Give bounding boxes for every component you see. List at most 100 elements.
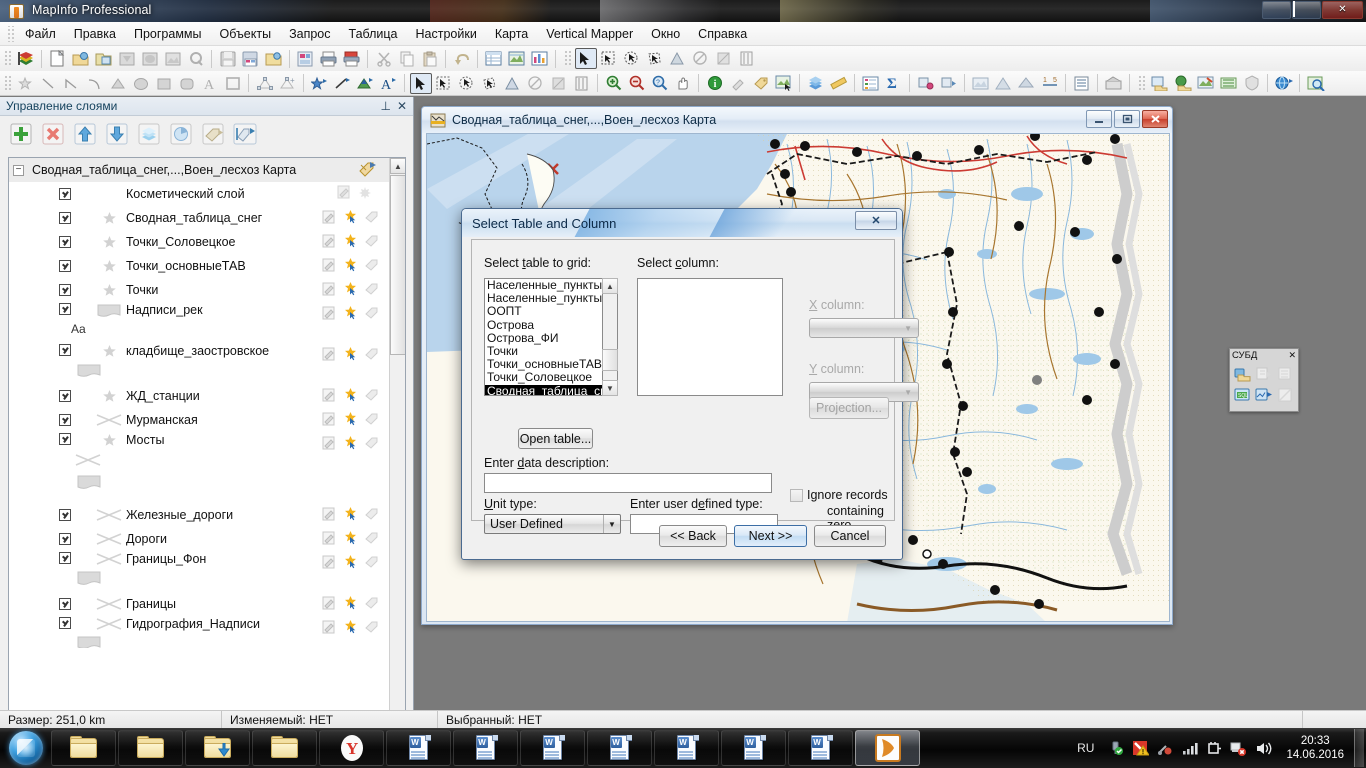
editable-icon[interactable] (322, 555, 336, 572)
label-visible-icon[interactable] (365, 258, 379, 275)
layer-visible-checkbox[interactable] (59, 344, 71, 356)
selectable-icon[interactable] (343, 506, 358, 524)
assign-selected-objects-icon[interactable] (938, 73, 960, 94)
label-visible-icon[interactable] (365, 596, 379, 613)
cut-icon[interactable] (373, 48, 395, 69)
selectable-icon[interactable] (343, 411, 358, 429)
grid-create-icon[interactable] (1103, 73, 1125, 94)
layer-row[interactable]: Надписи_рек Aa (9, 302, 391, 343)
back-button[interactable]: << Back (659, 525, 727, 547)
move-down-icon[interactable] (102, 120, 132, 148)
sql-query-icon[interactable]: SQL (1232, 384, 1253, 405)
save-copy-as-icon[interactable] (263, 48, 285, 69)
statistics-sigma-icon[interactable]: Σ (883, 73, 905, 94)
layer-row[interactable]: кладбище_заостровское (9, 343, 391, 384)
menu-window[interactable]: Окно (642, 24, 689, 44)
paste-icon[interactable] (419, 48, 441, 69)
menu-table[interactable]: Таблица (340, 24, 407, 44)
editable-icon[interactable] (322, 306, 336, 323)
layer-visible-checkbox[interactable] (59, 303, 71, 315)
taskbar-item-word-document[interactable]: W (520, 730, 585, 766)
new-mapper-icon[interactable] (506, 48, 528, 69)
marquee-tool-icon[interactable] (433, 73, 455, 94)
select-pointer-tool[interactable] (575, 48, 597, 69)
dialog-titlebar[interactable]: Select Table and Column ✕ (462, 209, 902, 237)
editable-icon[interactable] (337, 185, 351, 202)
disconnect-dbms-icon[interactable] (1275, 384, 1296, 405)
layer-row[interactable]: Гидрография_Надписи (9, 616, 391, 657)
taskbar-item-word-document[interactable]: W (721, 730, 786, 766)
label-visible-icon[interactable] (365, 282, 379, 299)
app-close-button[interactable]: ✕ (1322, 1, 1363, 19)
refresh-dbms-icon[interactable] (1253, 363, 1274, 384)
list-item-selected[interactable]: Сводная_таблица_снег (485, 385, 615, 396)
taskbar-item-word-document[interactable]: W (587, 730, 652, 766)
symbol-tool-icon[interactable] (15, 73, 37, 94)
label-visible-icon[interactable] (365, 306, 379, 323)
selectable-icon[interactable] (343, 281, 358, 299)
editable-icon[interactable] (322, 507, 336, 524)
taskbar-item-folder[interactable] (51, 730, 116, 766)
tools-toolbar-grip[interactable] (564, 50, 571, 67)
table-list-scrollbar[interactable]: ▲ ▼ (602, 278, 618, 396)
signal-bars-icon[interactable] (1182, 741, 1199, 755)
line-tool-icon[interactable] (38, 73, 60, 94)
selectable-icon[interactable] (343, 233, 358, 251)
scroll-up-icon[interactable]: ▲ (602, 278, 618, 294)
pan-hand-icon[interactable] (672, 73, 694, 94)
undo-icon[interactable] (451, 48, 473, 69)
invert-select-icon[interactable] (548, 73, 570, 94)
frame-tool-icon[interactable] (222, 73, 244, 94)
unit-type-combo[interactable]: User Defined ▼ (484, 514, 621, 534)
selectable-icon[interactable] (343, 435, 358, 453)
taskbar-item-folder-download[interactable] (185, 730, 250, 766)
menu-programs[interactable]: Программы (125, 24, 211, 44)
layer-row[interactable]: Железные_дороги (9, 503, 391, 527)
set-target-district-icon[interactable] (915, 73, 937, 94)
selectable-icon[interactable] (343, 257, 358, 275)
layer-tree-scrollbar[interactable]: ▲ ▼ (389, 158, 405, 761)
unselect-all-icon[interactable] (525, 73, 547, 94)
symbol-style-icon[interactable] (309, 73, 331, 94)
projection-button[interactable]: Projection... (809, 397, 889, 419)
label-visible-icon[interactable] (365, 234, 379, 251)
layer-tree[interactable]: − Сводная_таблица_снег,...,Воен_лесхоз К… (9, 158, 391, 761)
label-visible-icon[interactable] (365, 210, 379, 227)
ellipse-tool-icon[interactable] (130, 73, 152, 94)
layer-row[interactable]: Границы (9, 592, 391, 616)
taskbar-item-folder[interactable] (252, 730, 317, 766)
label-visible-icon[interactable] (365, 412, 379, 429)
rounded-rectangle-tool-icon[interactable] (176, 73, 198, 94)
drawing-toolbar-grip[interactable] (4, 75, 11, 92)
graph-select-tool[interactable] (736, 48, 758, 69)
circle-select-tool-icon[interactable] (456, 73, 478, 94)
taskbar-item-yandex-browser[interactable]: Y (319, 730, 384, 766)
label-visible-icon[interactable] (365, 347, 379, 364)
zoom-query-icon[interactable]: ? (649, 73, 671, 94)
radius-select-tool[interactable] (621, 48, 643, 69)
layer-row[interactable]: Косметический слой (9, 182, 391, 206)
add-layer-icon[interactable] (6, 120, 36, 148)
copy-icon[interactable] (396, 48, 418, 69)
taskbar-item-word-document[interactable]: W (654, 730, 719, 766)
selectable-icon[interactable] (343, 530, 358, 548)
menu-settings[interactable]: Настройки (407, 24, 486, 44)
power-plug-icon[interactable] (1207, 741, 1222, 756)
arc-tool-icon[interactable] (84, 73, 106, 94)
collapse-icon[interactable]: − (13, 165, 24, 176)
layer-row[interactable]: Границы_Фон (9, 551, 391, 592)
map-minimize-button[interactable] (1086, 110, 1112, 128)
globe-tool-icon[interactable] (1273, 73, 1295, 94)
print-setup-icon[interactable] (341, 48, 363, 69)
text-style-icon[interactable]: A (378, 73, 400, 94)
layer-visible-checkbox[interactable] (59, 390, 71, 402)
usb-safe-remove-icon[interactable] (1108, 740, 1124, 756)
polygon-select-tool-icon[interactable] (479, 73, 501, 94)
language-indicator[interactable]: RU (1077, 741, 1094, 755)
taskbar-item-mapinfo[interactable] (855, 730, 920, 766)
taskbar-item-folder[interactable] (118, 730, 183, 766)
grid-shield-icon[interactable] (1241, 73, 1263, 94)
selectable-icon[interactable] (358, 185, 372, 202)
label-visible-icon[interactable] (365, 555, 379, 572)
region-style-icon[interactable] (355, 73, 377, 94)
